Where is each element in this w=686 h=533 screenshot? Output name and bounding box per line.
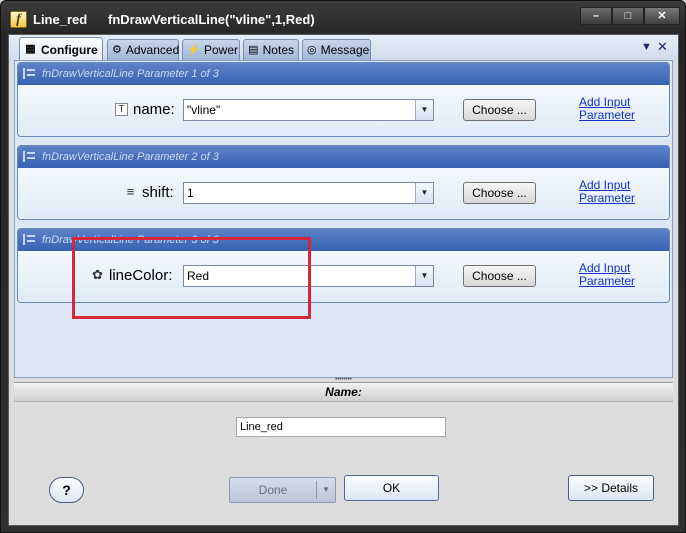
tab-message[interactable]: ◎ Message (302, 39, 371, 60)
tab-label: Message (320, 43, 370, 57)
tab-power[interactable]: ⚡ Power (182, 39, 240, 60)
maximize-button[interactable]: □ (612, 7, 644, 25)
chevron-down-icon[interactable]: ▼ (316, 481, 335, 499)
tab-label: Advanced (125, 43, 180, 57)
advanced-icon: ⚙ (112, 43, 122, 56)
choose-button[interactable]: Choose ... (463, 99, 536, 121)
help-button[interactable]: ? (49, 477, 84, 503)
parameter-group-1: fnDrawVerticalLine Parameter 1 of 3 T na… (17, 62, 670, 137)
configure-icon: ▦ (25, 43, 36, 55)
parameter-label: ≡ shift: (124, 184, 174, 201)
parameters-panel: fnDrawVerticalLine Parameter 1 of 3 T na… (14, 60, 673, 378)
chevron-down-icon[interactable]: ▼ (415, 100, 433, 120)
details-button[interactable]: >> Details (568, 475, 654, 501)
minimize-button[interactable]: – (580, 7, 612, 25)
window-title-name: Line_red (33, 12, 88, 27)
window-controls: – □ ✕ (580, 7, 680, 25)
message-icon: ◎ (307, 43, 317, 56)
notes-icon: ▤ (248, 43, 259, 56)
power-icon: ⚡ (187, 43, 201, 56)
text-type-icon: T (115, 103, 128, 116)
chevron-down-icon[interactable]: ▼ (641, 41, 652, 53)
tab-configure[interactable]: ▦ Configure (19, 37, 103, 61)
collapse-list-icon (23, 68, 35, 79)
chevron-down-icon[interactable]: ▼ (415, 183, 433, 203)
title-bar[interactable]: f Line_red fnDrawVerticalLine("vline",1,… (1, 1, 685, 37)
close-icon[interactable]: ✕ (657, 39, 668, 55)
linecolor-parameter-combo[interactable]: Red ▼ (183, 265, 434, 287)
shift-parameter-combo[interactable]: 1 ▼ (183, 182, 434, 204)
parameter-group-3: fnDrawVerticalLine Parameter 3 of 3 ✿ li… (17, 228, 670, 303)
parameter-header[interactable]: fnDrawVerticalLine Parameter 2 of 3 (18, 146, 669, 168)
close-button[interactable]: ✕ (644, 7, 680, 25)
dialog-window: f Line_red fnDrawVerticalLine("vline",1,… (0, 0, 686, 533)
chevron-down-icon[interactable]: ▼ (415, 266, 433, 286)
choose-button[interactable]: Choose ... (463, 265, 536, 287)
palette-icon: ✿ (92, 267, 103, 282)
collapse-list-icon (23, 234, 35, 245)
add-input-parameter-link[interactable]: Add Input Parameter (579, 262, 649, 288)
tab-label: Configure (41, 42, 98, 57)
function-icon: f (10, 11, 27, 28)
ok-button[interactable]: OK (344, 475, 439, 501)
name-parameter-combo[interactable]: "vline" ▼ (183, 99, 434, 121)
tab-label: Notes (262, 43, 294, 57)
add-input-parameter-link[interactable]: Add Input Parameter (579, 96, 649, 122)
window-title-function: fnDrawVerticalLine("vline",1,Red) (108, 12, 315, 27)
tab-advanced[interactable]: ⚙ Advanced (107, 39, 179, 60)
done-label: Done (258, 483, 288, 497)
name-field[interactable]: Line_red (236, 417, 446, 437)
parameter-header[interactable]: fnDrawVerticalLine Parameter 3 of 3 (18, 229, 669, 251)
parameter-label: ✿ lineColor: (92, 267, 173, 284)
parameter-header[interactable]: fnDrawVerticalLine Parameter 1 of 3 (18, 63, 669, 85)
tab-notes[interactable]: ▤ Notes (243, 39, 299, 60)
numeric-type-icon: ≡ (126, 184, 135, 199)
parameter-label: T name: (115, 101, 175, 118)
choose-button[interactable]: Choose ... (463, 182, 536, 204)
bottom-panel: Name: Line_red ? Done ▼ OK >> Details (14, 382, 673, 522)
collapse-list-icon (23, 151, 35, 162)
done-button[interactable]: Done ▼ (229, 477, 336, 503)
add-input-parameter-link[interactable]: Add Input Parameter (579, 179, 649, 205)
parameter-group-2: fnDrawVerticalLine Parameter 2 of 3 ≡ sh… (17, 145, 670, 220)
dialog-client: ▦ Configure ⚙ Advanced ⚡ Power ▤ Notes ◎… (8, 34, 679, 526)
tab-strip: ▦ Configure ⚙ Advanced ⚡ Power ▤ Notes ◎… (9, 35, 678, 61)
tab-label: Power (204, 43, 239, 57)
name-label: Name: (14, 382, 673, 402)
